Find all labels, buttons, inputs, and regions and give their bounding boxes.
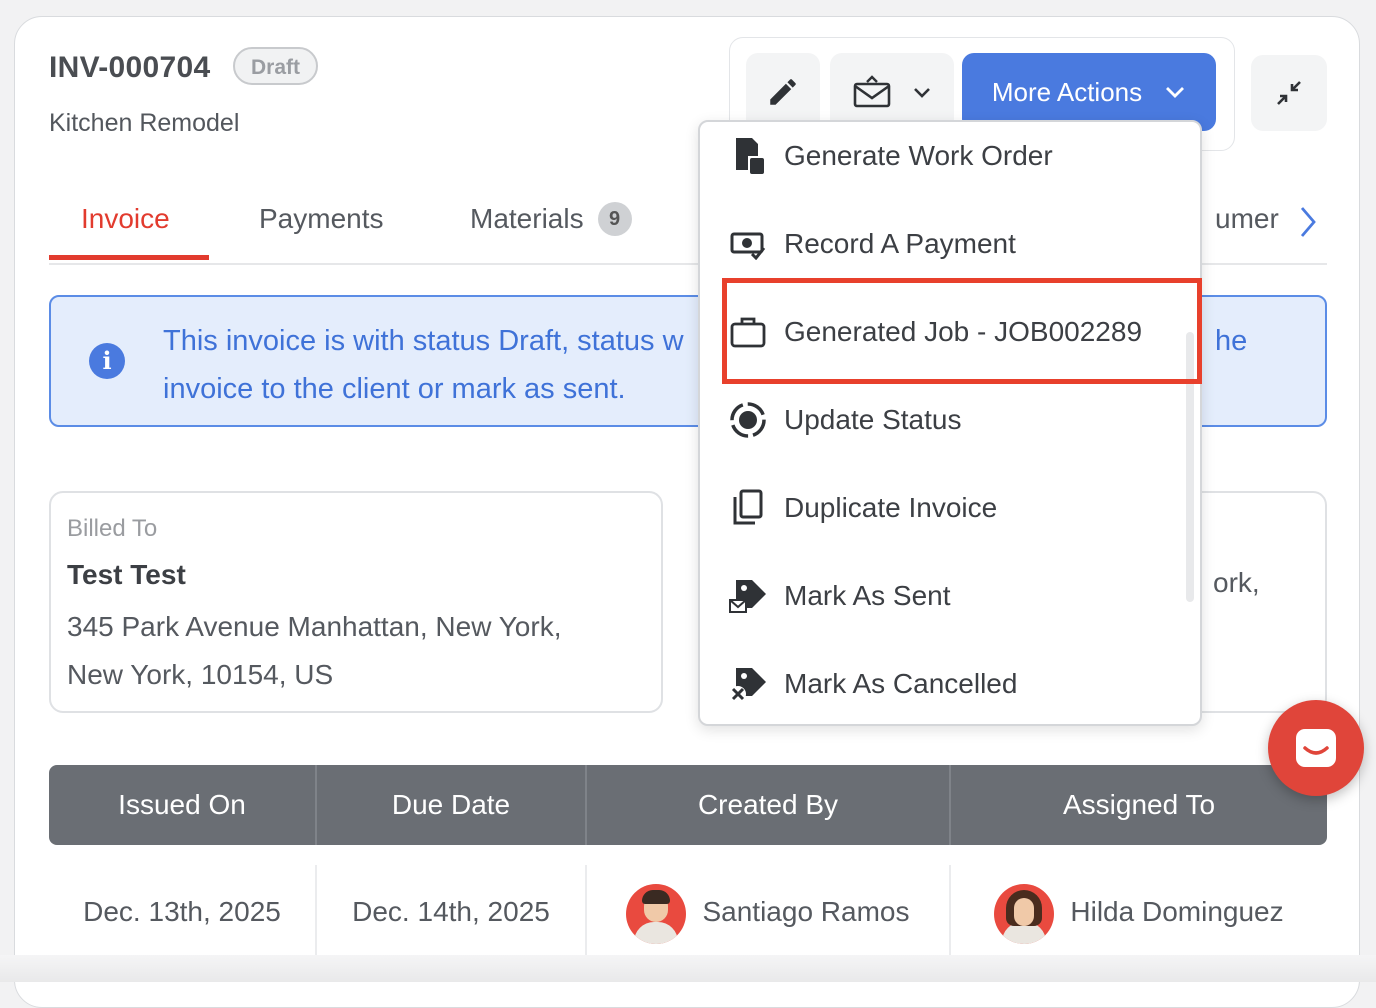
- active-tab-indicator: [49, 255, 209, 260]
- highlight-box: [722, 278, 1202, 384]
- chevron-down-icon: [914, 88, 930, 98]
- envelope-icon: [853, 75, 891, 108]
- menu-item-label: Mark As Sent: [784, 580, 951, 611]
- tab-invoice[interactable]: Invoice: [81, 201, 170, 259]
- status-badge: Draft: [233, 47, 319, 85]
- address-line-2: New York, 10154, US: [67, 659, 334, 690]
- menu-item-duplicate-invoice[interactable]: Duplicate Invoice: [700, 478, 1184, 538]
- payment-icon: [728, 224, 768, 264]
- menu-item-mark-as-sent[interactable]: Mark As Sent: [700, 566, 1184, 626]
- tag-mail-icon: [728, 576, 768, 616]
- cell-issued-on: Dec. 13th, 2025: [83, 896, 281, 927]
- cell-due-date: Dec. 14th, 2025: [352, 896, 550, 927]
- billed-to-card: Billed To Test Test 345 Park Avenue Manh…: [49, 491, 663, 713]
- pencil-icon: [770, 79, 796, 105]
- materials-count-badge: 9: [597, 202, 632, 236]
- menu-item-mark-as-cancelled[interactable]: Mark As Cancelled: [700, 654, 1184, 714]
- tab-invoice-label: Invoice: [81, 203, 170, 234]
- menu-item-generate-work-order[interactable]: Generate Work Order: [700, 126, 1184, 186]
- menu-item-label: Mark As Cancelled: [784, 668, 1018, 699]
- chat-launcher-button[interactable]: [1268, 700, 1364, 796]
- chevron-down-icon: [1166, 87, 1185, 98]
- header-assigned-to: Assigned To: [1062, 789, 1216, 820]
- info-icon: i: [89, 343, 125, 379]
- tag-cancel-icon: [728, 664, 768, 704]
- collapse-button[interactable]: [1251, 55, 1327, 131]
- duplicate-icon: [728, 488, 768, 528]
- menu-item-label: Update Status: [784, 404, 962, 435]
- avatar: [994, 883, 1055, 944]
- menu-item-record-payment[interactable]: Record A Payment: [700, 214, 1184, 274]
- table-header: Issued On Due Date Created By Assigned T…: [49, 765, 1327, 845]
- alert-text-line1: This invoice is with status Draft, statu…: [163, 325, 684, 357]
- billed-to-address: 345 Park Avenue Manhattan, New York, New…: [67, 603, 657, 699]
- collapse-arrows-icon: [1277, 81, 1301, 105]
- cell-assigned-to: Hilda Dominguez: [951, 865, 1327, 965]
- tab-payments[interactable]: Payments: [259, 201, 384, 259]
- billed-to-name: Test Test: [67, 559, 186, 590]
- address-line-1: 345 Park Avenue Manhattan, New York,: [67, 611, 562, 642]
- created-by-name: Santiago Ramos: [702, 896, 910, 927]
- billed-to-label: Billed To: [67, 515, 158, 542]
- cell-created-by: Santiago Ramos: [587, 865, 949, 965]
- tab-materials[interactable]: Materials 9: [470, 201, 632, 259]
- chat-icon: [1296, 729, 1336, 767]
- header-issued-on: Issued On: [118, 789, 246, 820]
- invoice-number: INV-000704: [49, 51, 211, 84]
- alert-text-line1-tail: he: [1215, 325, 1248, 357]
- tab-documents-partial-label: umer: [1215, 203, 1279, 234]
- work-order-icon: [728, 136, 768, 176]
- tab-materials-label: Materials: [470, 203, 584, 234]
- chevron-right-icon[interactable]: [1297, 205, 1319, 239]
- avatar: [626, 883, 687, 944]
- status-icon: [728, 400, 768, 440]
- menu-item-label: Record A Payment: [784, 228, 1016, 259]
- assigned-to-name: Hilda Dominguez: [1070, 896, 1284, 927]
- bottom-fade: [0, 955, 1376, 982]
- invoice-subtitle: Kitchen Remodel: [49, 109, 240, 137]
- menu-item-label: Generate Work Order: [784, 140, 1053, 171]
- tab-payments-label: Payments: [259, 203, 384, 234]
- menu-item-label: Duplicate Invoice: [784, 492, 998, 523]
- header-due-date: Due Date: [391, 789, 511, 820]
- header-created-by: Created By: [697, 789, 839, 820]
- tab-documents-partial[interactable]: umer: [1215, 201, 1279, 259]
- menu-item-update-status[interactable]: Update Status: [700, 390, 1184, 450]
- more-actions-menu: Generate Work Order Record A Payment Gen…: [698, 120, 1202, 726]
- secondary-address-fragment: ork,: [1213, 567, 1260, 598]
- more-actions-label: More Actions: [991, 76, 1143, 107]
